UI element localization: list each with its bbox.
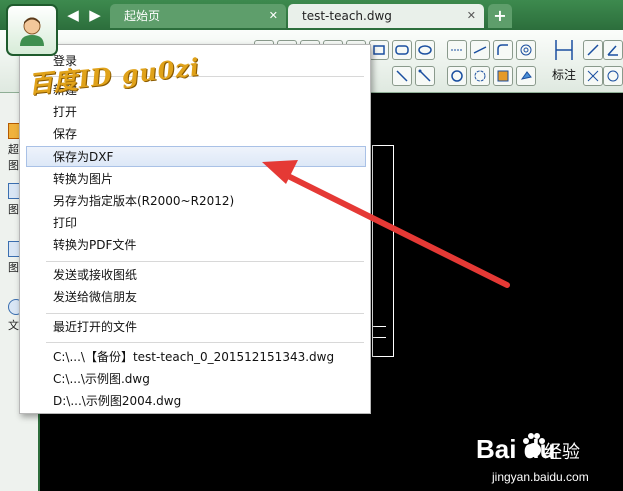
fill-tool-icon[interactable] xyxy=(516,66,536,86)
circle-point-icon[interactable] xyxy=(447,66,467,86)
tab-document[interactable]: test-teach.dwg ✕ xyxy=(288,4,484,28)
diagonal-line-icon[interactable] xyxy=(392,66,412,86)
diameter-dimension-icon[interactable] xyxy=(603,66,623,86)
brand-url: jingyan.baidu.com xyxy=(492,470,589,484)
angle-dimension-icon[interactable] xyxy=(603,40,623,60)
forward-arrow-icon[interactable]: ▶ xyxy=(86,6,104,24)
menu-item-save-as-dxf[interactable]: 保存为DXF xyxy=(26,146,366,167)
recent-file-item[interactable]: C:\...\【备份】test-teach_0_201512151343.dwg xyxy=(20,347,370,368)
close-icon[interactable]: ✕ xyxy=(269,4,278,28)
menu-item-save[interactable]: 保存 xyxy=(20,124,370,145)
application-menu: 登录 新建 打开 保存 保存为DXF 转换为图片 另存为指定版本(R2000~R… xyxy=(19,44,371,414)
trim-tool-icon[interactable] xyxy=(447,40,467,60)
radius-dimension-icon[interactable] xyxy=(583,66,603,86)
left-panel-item-label: 文 xyxy=(8,319,19,332)
rotate-tool-icon[interactable] xyxy=(470,66,490,86)
menu-separator xyxy=(46,342,364,343)
brand-subtitle: 经验 xyxy=(544,442,580,463)
dimension-icon[interactable] xyxy=(553,38,575,62)
tab-home[interactable]: 起始页 ✕ xyxy=(110,4,286,28)
tab-home-label: 起始页 xyxy=(124,9,161,23)
app-menu-button[interactable] xyxy=(6,4,58,56)
recent-file-item[interactable]: C:\...\示例图.dwg xyxy=(20,369,370,390)
user-avatar-icon xyxy=(20,17,44,46)
fillet-tool-icon[interactable] xyxy=(493,40,513,60)
menu-item-convert-to-pdf[interactable]: 转换为PDF文件 xyxy=(20,235,370,256)
menu-separator xyxy=(46,313,364,314)
aligned-dimension-icon[interactable] xyxy=(583,40,603,60)
title-bar: ◀ ▶ 起始页 ✕ test-teach.dwg ✕ + xyxy=(0,0,623,30)
add-tab-button[interactable]: + xyxy=(488,4,512,28)
menu-item-convert-to-image[interactable]: 转换为图片 xyxy=(20,169,370,190)
menu-item-save-as-version[interactable]: 另存为指定版本(R2000~R2012) xyxy=(20,191,370,212)
polygon-tool-icon[interactable] xyxy=(369,40,389,60)
offset-tool-icon[interactable] xyxy=(516,40,536,60)
recent-file-item[interactable]: D:\...\示例图2004.dwg xyxy=(20,391,370,412)
menu-item-open[interactable]: 打开 xyxy=(20,102,370,123)
hatch-tool-icon[interactable] xyxy=(493,66,513,86)
left-panel-item-label: 图 xyxy=(8,261,19,274)
left-panel-item-label: 图 xyxy=(8,203,19,216)
ray-tool-icon[interactable] xyxy=(415,66,435,86)
rounded-rect-tool-icon[interactable] xyxy=(392,40,412,60)
menu-item-recent-files: 最近打开的文件 xyxy=(53,320,138,334)
title-block xyxy=(372,326,386,338)
close-icon[interactable]: ✕ xyxy=(467,4,476,28)
menu-separator xyxy=(46,261,364,262)
tab-document-label: test-teach.dwg xyxy=(302,9,392,23)
menu-item-print[interactable]: 打印 xyxy=(20,213,370,234)
dimension-label: 标注 xyxy=(552,68,577,82)
menu-item-send-wechat[interactable]: 发送给微信朋友 xyxy=(20,287,370,308)
extend-tool-icon[interactable] xyxy=(470,40,490,60)
left-panel-item-label: 超 图 xyxy=(8,143,19,172)
ellipse-tool-icon[interactable] xyxy=(415,40,435,60)
back-arrow-icon[interactable]: ◀ xyxy=(64,6,82,24)
menu-item-send-receive[interactable]: 发送或接收图纸 xyxy=(20,265,370,286)
